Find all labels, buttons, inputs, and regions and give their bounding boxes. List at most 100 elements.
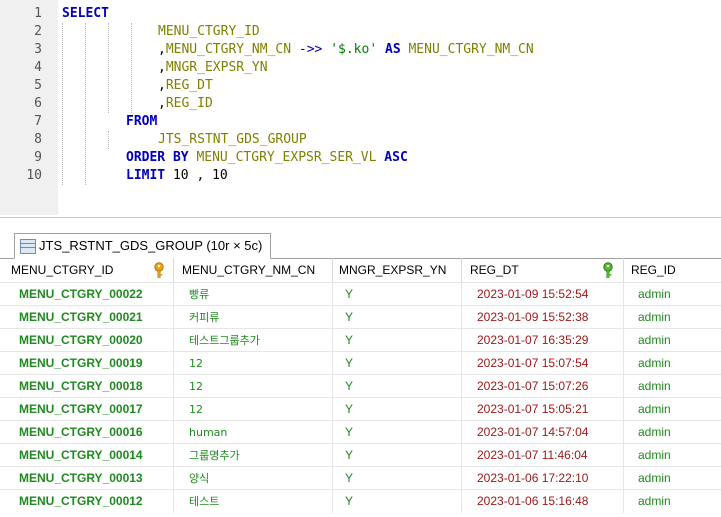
reg-dt-cell[interactable]: 2023-01-07 14:57:04	[462, 421, 624, 444]
table-row[interactable]: MENU_CTGRY_00014 그룹명추가 Y 2023-01-07 11:46:0…	[0, 443, 721, 467]
code-token: ,	[188, 168, 213, 183]
line-number: 5	[34, 78, 42, 93]
menu-ctgry-id-cell[interactable]: MENU_CTGRY_00016	[0, 421, 174, 444]
menu-ctgry-id-cell[interactable]: MENU_CTGRY_00014	[0, 444, 174, 467]
column-header-label: MNGR_EXPSR_YN	[339, 263, 447, 277]
reg-dt-cell[interactable]: 2023-01-07 15:05:21	[462, 398, 624, 421]
table-row[interactable]: MENU_CTGRY_00012 테스트 Y 2023-01-06 15:16:48 a…	[0, 489, 721, 513]
code-line: ,REG_ID	[158, 95, 213, 113]
line-number: 7	[34, 114, 42, 129]
menu-ctgry-id-cell[interactable]: MENU_CTGRY_00021	[0, 306, 174, 329]
mngr-expsr-yn-cell[interactable]: Y	[333, 283, 462, 306]
reg-dt-cell[interactable]: 2023-01-07 16:35:29	[462, 329, 624, 352]
line-number: 1	[34, 6, 42, 21]
menu-ctgry-nm-cn-cell[interactable]: human	[174, 421, 333, 444]
reg-id-cell[interactable]: admin	[624, 283, 721, 306]
code-line: ,REG_DT	[158, 77, 213, 95]
reg-dt-cell[interactable]: 2023-01-07 15:07:54	[462, 352, 624, 375]
code-token: SELECT	[62, 6, 109, 21]
column-header-menu-ctgry-id[interactable]: MENU_CTGRY_ID	[0, 258, 174, 282]
menu-ctgry-nm-cn-cell[interactable]: 테스트	[174, 490, 333, 513]
menu-ctgry-nm-cn-cell[interactable]: 커피류	[174, 306, 333, 329]
menu-ctgry-nm-cn-cell[interactable]: 12	[174, 352, 333, 375]
menu-ctgry-nm-cn-cell[interactable]: 12	[174, 375, 333, 398]
table-row[interactable]: MENU_CTGRY_00019 12 Y 2023-01-07 15:07:54 ad…	[0, 351, 721, 375]
menu-ctgry-id-cell[interactable]: MENU_CTGRY_00019	[0, 352, 174, 375]
mngr-expsr-yn-cell[interactable]: Y	[333, 352, 462, 375]
code-line: ORDER BY MENU_CTGRY_EXPSR_SER_VL ASC	[126, 149, 408, 167]
reg-id-cell[interactable]: admin	[624, 490, 721, 513]
reg-id-cell[interactable]: admin	[624, 306, 721, 329]
table-row[interactable]: MENU_CTGRY_00017 12 Y 2023-01-07 15:05:21 ad…	[0, 397, 721, 421]
result-tab[interactable]: JTS_RSTNT_GDS_GROUP (10r × 5c)	[14, 233, 272, 259]
code-token: ,	[158, 42, 166, 57]
reg-id-cell[interactable]: admin	[624, 421, 721, 444]
menu-ctgry-nm-cn-cell[interactable]: 빵류	[174, 283, 333, 306]
code-line: JTS_RSTNT_GDS_GROUP	[158, 131, 307, 149]
line-number: 6	[34, 96, 42, 111]
code-token: MNGR_EXPSR_YN	[165, 60, 268, 75]
code-line: ,MENU_CTGRY_NM_CN ->> '$.ko' AS MENU_CTG…	[158, 41, 534, 59]
mngr-expsr-yn-cell[interactable]: Y	[333, 490, 462, 513]
menu-ctgry-id-cell[interactable]: MENU_CTGRY_00018	[0, 375, 174, 398]
menu-ctgry-id-cell[interactable]: MENU_CTGRY_00022	[0, 283, 174, 306]
reg-id-cell[interactable]: admin	[624, 467, 721, 490]
mngr-expsr-yn-cell[interactable]: Y	[333, 375, 462, 398]
reg-id-cell[interactable]: admin	[624, 375, 721, 398]
reg-id-cell[interactable]: admin	[624, 444, 721, 467]
indent-guide	[108, 131, 109, 149]
menu-ctgry-id-cell[interactable]: MENU_CTGRY_00017	[0, 398, 174, 421]
column-header-mngr-expsr-yn[interactable]: MNGR_EXPSR_YN	[333, 258, 462, 282]
menu-ctgry-nm-cn-cell[interactable]: 그룹명추가	[174, 444, 333, 467]
mngr-expsr-yn-cell[interactable]: Y	[333, 329, 462, 352]
code-token: JTS_RSTNT_GDS_GROUP	[158, 132, 307, 147]
reg-id-cell[interactable]: admin	[624, 398, 721, 421]
table-row[interactable]: MENU_CTGRY_00018 12 Y 2023-01-07 15:07:26 ad…	[0, 374, 721, 398]
code-token: MENU_CTGRY_NM_CN	[165, 42, 292, 57]
menu-ctgry-id-cell[interactable]: MENU_CTGRY_00012	[0, 490, 174, 513]
indent-guide	[108, 23, 109, 113]
splitter[interactable]	[0, 217, 721, 218]
reg-dt-cell[interactable]: 2023-01-09 15:52:38	[462, 306, 624, 329]
table-row[interactable]: MENU_CTGRY_00021 커피류 Y 2023-01-09 15:52:38 a…	[0, 305, 721, 329]
reg-id-cell[interactable]: admin	[624, 352, 721, 375]
column-header-reg-id[interactable]: REG_ID	[624, 258, 721, 282]
table-row[interactable]: MENU_CTGRY_00022 빵류 Y 2023-01-09 15:52:54 ad…	[0, 282, 721, 306]
code-token: REG_ID	[165, 96, 213, 111]
code-token: ->>	[291, 42, 331, 57]
code-token: MENU_CTGRY_EXPSR_SER_VL	[188, 150, 377, 165]
indent-guide	[131, 23, 132, 113]
table-row[interactable]: MENU_CTGRY_00013 양식 Y 2023-01-06 17:22:10 ad…	[0, 466, 721, 490]
mngr-expsr-yn-cell[interactable]: Y	[333, 306, 462, 329]
index-key-icon	[603, 262, 613, 278]
table-grid-icon	[20, 239, 36, 254]
menu-ctgry-nm-cn-cell[interactable]: 12	[174, 398, 333, 421]
reg-dt-cell[interactable]: 2023-01-09 15:52:54	[462, 283, 624, 306]
mngr-expsr-yn-cell[interactable]: Y	[333, 421, 462, 444]
menu-ctgry-id-cell[interactable]: MENU_CTGRY_00020	[0, 329, 174, 352]
table-row[interactable]: MENU_CTGRY_00020 테스트그룹추가 Y 2023-01-07 16:35…	[0, 328, 721, 352]
indent-guide	[85, 23, 86, 185]
column-header-label: REG_ID	[631, 263, 676, 277]
mngr-expsr-yn-cell[interactable]: Y	[333, 444, 462, 467]
code-line: ,MNGR_EXPSR_YN	[158, 59, 268, 77]
code-token: AS	[377, 42, 409, 57]
code-token: ,	[158, 78, 166, 93]
reg-dt-cell[interactable]: 2023-01-07 11:46:04	[462, 444, 624, 467]
column-header-menu-ctgry-nm-cn[interactable]: MENU_CTGRY_NM_CN	[174, 258, 333, 282]
code-token: ASC	[376, 150, 408, 165]
reg-dt-cell[interactable]: 2023-01-07 15:07:26	[462, 375, 624, 398]
column-header-reg-dt[interactable]: REG_DT	[462, 258, 624, 282]
mngr-expsr-yn-cell[interactable]: Y	[333, 398, 462, 421]
code-line: SELECT	[62, 5, 109, 23]
reg-dt-cell[interactable]: 2023-01-06 15:16:48	[462, 490, 624, 513]
menu-ctgry-nm-cn-cell[interactable]: 테스트그룹추가	[174, 329, 333, 352]
code-token: MENU_CTGRY_NM_CN	[408, 42, 534, 57]
table-row[interactable]: MENU_CTGRY_00016 human Y 2023-01-07 14:57:0…	[0, 420, 721, 444]
sql-editor[interactable]: 1 2 3 4 5 6 7 8 9 10 SELECT MENU_CTGRY_I…	[0, 0, 721, 215]
menu-ctgry-nm-cn-cell[interactable]: 양식	[174, 467, 333, 490]
reg-id-cell[interactable]: admin	[624, 329, 721, 352]
mngr-expsr-yn-cell[interactable]: Y	[333, 467, 462, 490]
menu-ctgry-id-cell[interactable]: MENU_CTGRY_00013	[0, 467, 174, 490]
reg-dt-cell[interactable]: 2023-01-06 17:22:10	[462, 467, 624, 490]
